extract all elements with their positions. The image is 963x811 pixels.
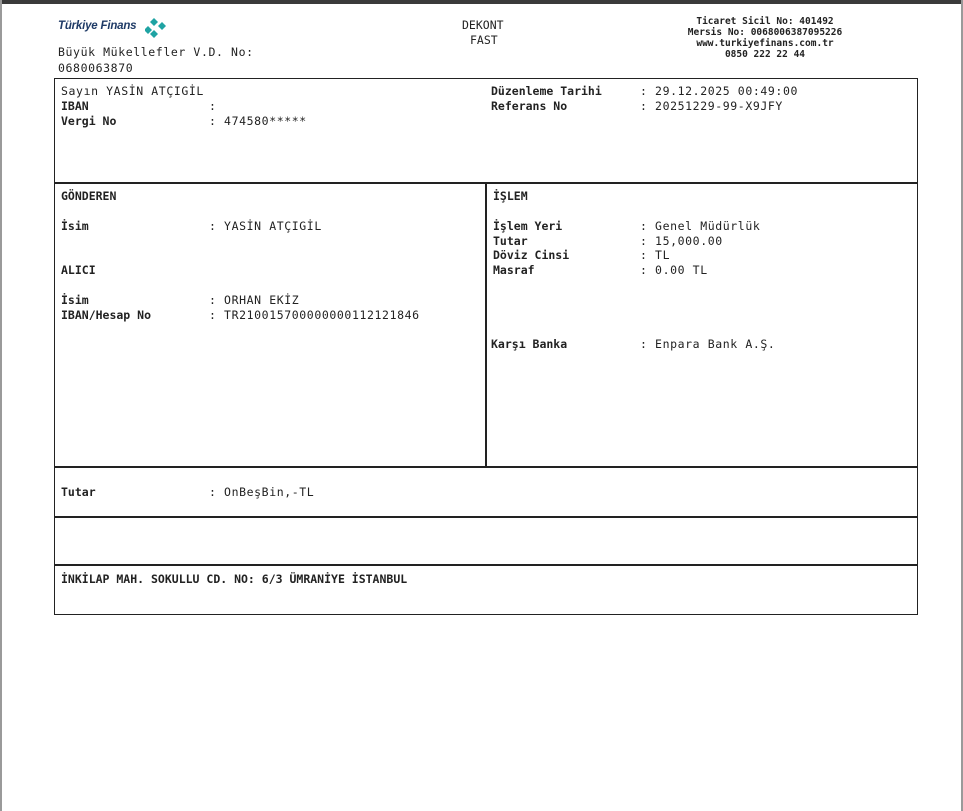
receiver-name-label: İsim bbox=[61, 293, 89, 307]
bank-logo-icon bbox=[145, 18, 166, 38]
bank-name: Türkiye Finans bbox=[58, 20, 137, 32]
receiver-iban-label: IBAN/Hesap No bbox=[61, 308, 152, 322]
counter-bank-label: Karşı Banka bbox=[491, 337, 568, 351]
transaction-amount-value: : 15,000.00 bbox=[640, 234, 723, 248]
window-left-border bbox=[0, 0, 2, 811]
transaction-amount-label: Tutar bbox=[493, 234, 528, 248]
amount-words-box bbox=[54, 466, 918, 518]
sender-name-label: İsim bbox=[61, 219, 89, 233]
tax-no-label: Vergi No bbox=[61, 114, 117, 128]
doc-title: DEKONT bbox=[462, 18, 504, 32]
registry-line: www.turkiyefinans.com.tr bbox=[696, 38, 834, 49]
receiver-section-title: ALICI bbox=[61, 263, 96, 277]
transaction-place-value: : Genel Müdürlük bbox=[640, 219, 761, 233]
reference-value: : 20251229-99-X9JFY bbox=[640, 99, 783, 113]
registry-line: Mersis No: 0068006387095226 bbox=[687, 27, 843, 38]
transaction-currency-label: Döviz Cinsi bbox=[493, 248, 570, 262]
branch-address: İNKİLAP MAH. SOKULLU CD. NO: 6/3 ÜMRANİY… bbox=[61, 572, 408, 586]
transaction-section-title: İŞLEM bbox=[493, 189, 528, 203]
registry-info: Ticaret Sicil No: 401492 Mersis No: 0068… bbox=[640, 16, 890, 60]
receiver-iban-value: : TR210015700000000112121846 bbox=[209, 308, 420, 322]
transaction-fee-label: Masraf bbox=[493, 263, 535, 277]
tax-office-number: 0680063870 bbox=[58, 61, 134, 75]
window-top-border bbox=[0, 0, 963, 4]
bank-logo: Türkiye Finans bbox=[58, 18, 166, 38]
issue-date-label: Düzenleme Tarihi bbox=[491, 84, 602, 98]
registry-line: Ticaret Sicil No: 401492 bbox=[696, 16, 834, 27]
iban-value: : bbox=[209, 99, 216, 113]
counter-bank-value: : Enpara Bank A.Ş. bbox=[640, 337, 776, 351]
sender-name-value: : YASİN ATÇIGİL bbox=[209, 219, 322, 233]
amount-words-value: : OnBeşBin,-TL bbox=[209, 485, 315, 499]
tax-no-value: : 474580***** bbox=[209, 114, 307, 128]
transaction-place-label: İşlem Yeri bbox=[493, 219, 563, 233]
customer-greeting: Sayın YASİN ATÇIGİL bbox=[61, 84, 204, 98]
transaction-currency-value: : TL bbox=[640, 248, 671, 262]
sender-section-title: GÖNDEREN bbox=[61, 189, 117, 203]
reference-label: Referans No bbox=[491, 99, 568, 113]
tax-office-line1: Büyük Mükellefler V.D. No: bbox=[58, 45, 254, 59]
issue-date-value: : 29.12.2025 00:49:00 bbox=[640, 84, 798, 98]
registry-line: 0850 222 22 44 bbox=[724, 49, 806, 60]
iban-label: IBAN bbox=[61, 99, 89, 113]
receiver-name-value: : ORHAN EKİZ bbox=[209, 293, 300, 307]
amount-words-label: Tutar bbox=[61, 485, 96, 499]
empty-box bbox=[54, 516, 918, 566]
doc-subtitle: FAST bbox=[470, 33, 498, 47]
transaction-fee-value: : 0.00 TL bbox=[640, 263, 708, 277]
